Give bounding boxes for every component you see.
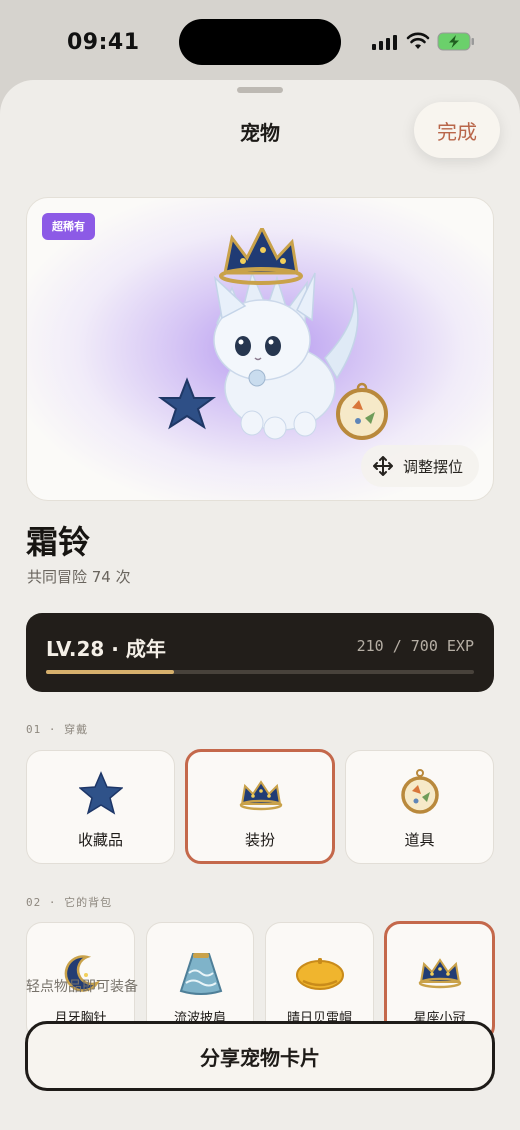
crown-icon <box>418 958 462 989</box>
exp-progress-bar <box>46 670 474 674</box>
crown-icon <box>239 780 283 811</box>
beret-icon <box>296 958 344 990</box>
pet-illustration <box>157 228 388 440</box>
wear-tile-item[interactable]: 道具 <box>345 750 494 864</box>
share-pet-card-button[interactable]: 分享宠物卡片 <box>25 1021 495 1091</box>
pet-crown-icon <box>219 228 303 285</box>
wear-tile-collectible[interactable]: 收藏品 <box>26 750 175 864</box>
adventure-count: 共同冒险 74 次 <box>27 568 131 586</box>
sheet-grabber[interactable] <box>237 87 283 93</box>
rarity-badge: 超稀有 <box>42 213 95 240</box>
wear-tile-label: 道具 <box>404 831 435 849</box>
wear-tile-label: 装扮 <box>244 831 275 849</box>
exp-progress-fill <box>46 670 175 674</box>
adjust-position-label: 调整摆位 <box>403 457 464 476</box>
dynamic-island <box>179 19 341 65</box>
done-button[interactable]: 完成 <box>414 102 500 158</box>
pet-pocket-watch-icon <box>336 382 388 440</box>
wear-tile-label: 收藏品 <box>77 831 123 849</box>
section-label-wear: 01 · 穿戴 <box>26 723 89 736</box>
status-time: 09:41 <box>67 30 140 55</box>
equip-hint: 轻点物品即可装备 <box>26 979 138 995</box>
status-bar: 09:41 <box>0 0 520 82</box>
pet-sheet: 宠物 完成 超稀有 调整摆位 霜铃 共同冒险 74 次 LV.28 · 成年 2… <box>0 80 520 1130</box>
exp-readout: 210 / 700 EXP <box>356 637 474 655</box>
pet-card: 超稀有 调整摆位 <box>26 197 494 501</box>
adjust-position-button[interactable]: 调整摆位 <box>361 445 479 487</box>
battery-icon <box>437 32 474 51</box>
wave-cape-icon <box>179 953 223 995</box>
pocket-watch-icon <box>401 769 439 814</box>
pet-name: 霜铃 <box>26 523 91 561</box>
star-icon <box>79 771 123 815</box>
section-label-bag: 02 · 它的背包 <box>26 896 113 909</box>
move-arrows-icon <box>373 456 393 476</box>
level-card: LV.28 · 成年 210 / 700 EXP <box>26 613 494 692</box>
star-plush-icon <box>157 377 217 430</box>
wear-tile-outfit[interactable]: 装扮 <box>185 749 335 864</box>
level-label: LV.28 · 成年 <box>46 637 166 661</box>
wifi-icon <box>406 32 430 49</box>
signal-icon <box>372 34 398 50</box>
